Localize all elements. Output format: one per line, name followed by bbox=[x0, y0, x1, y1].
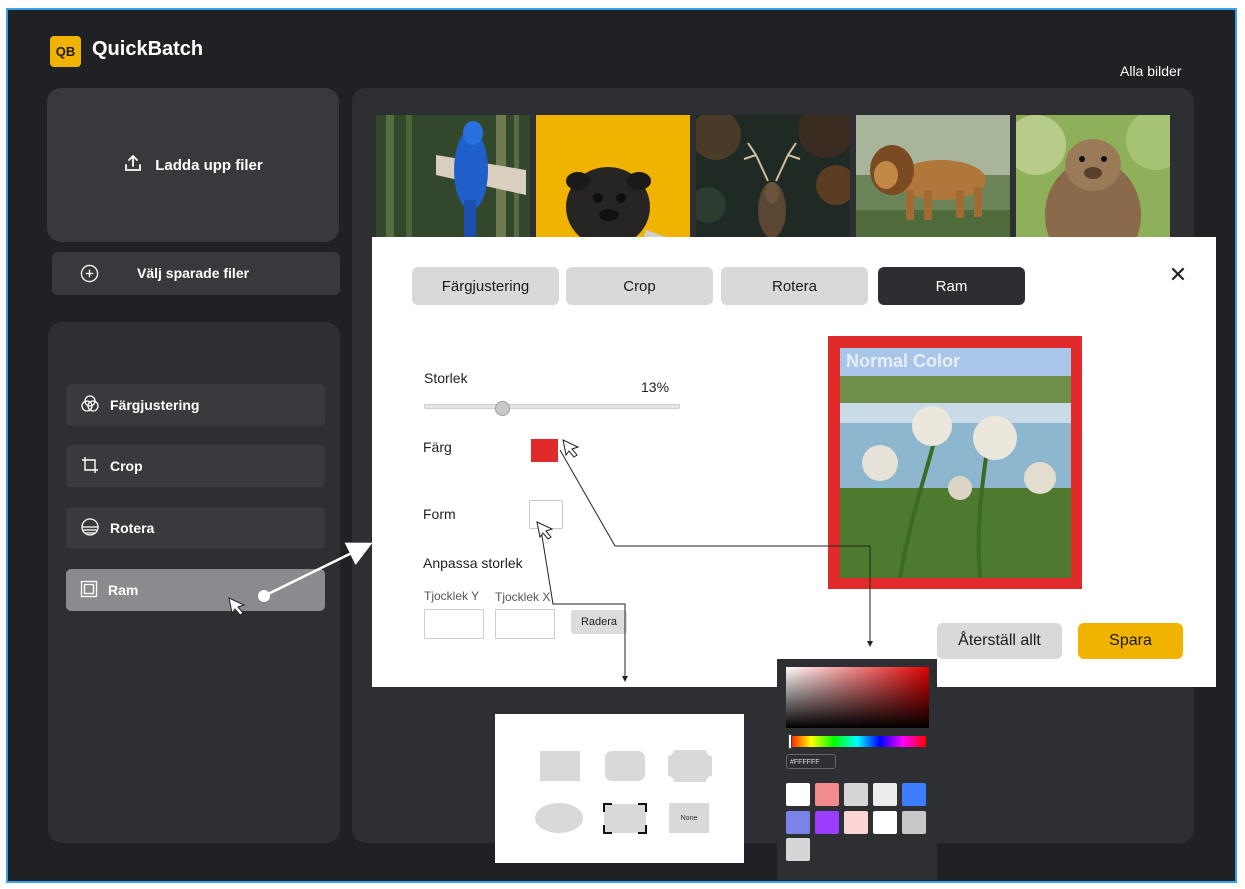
cursor-icon bbox=[562, 439, 580, 458]
frame-tool-arrow bbox=[258, 542, 373, 602]
color-connector-line bbox=[559, 449, 873, 647]
cursor-icon bbox=[536, 521, 554, 540]
annotation-overlay bbox=[228, 439, 873, 682]
cursor-icon bbox=[228, 597, 246, 616]
shape-connector-line bbox=[540, 529, 628, 682]
